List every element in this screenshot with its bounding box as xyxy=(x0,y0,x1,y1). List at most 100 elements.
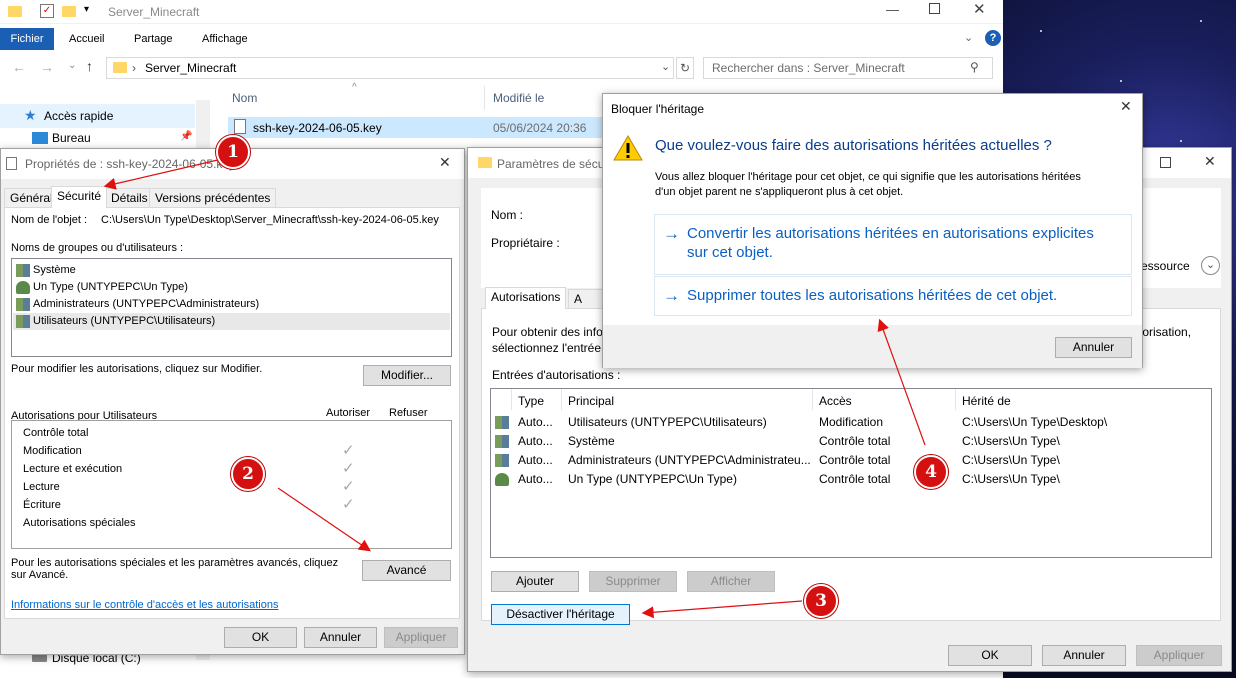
qat-dropdown-icon[interactable]: ▾ xyxy=(84,4,89,15)
table-row[interactable]: Auto... Un Type (UNTYPEPC\Un Type) Contr… xyxy=(491,470,1211,489)
tab-previous-versions[interactable]: Versions précédentes xyxy=(149,188,277,208)
group-item-untype[interactable]: Un Type (UNTYPEPC\Un Type) xyxy=(16,279,188,296)
step-marker-3: 3 xyxy=(804,584,838,618)
user-icon xyxy=(16,280,30,294)
apply-button[interactable]: Appliquer xyxy=(1136,645,1222,666)
users-group-icon xyxy=(495,416,509,429)
cell-principal: Système xyxy=(568,434,615,448)
nav-item-quick-access[interactable]: ★ Accès rapide xyxy=(0,104,195,128)
perm-read-execute: Lecture et exécution xyxy=(23,463,123,475)
access-control-info-link[interactable]: Informations sur le contrôle d'accès et … xyxy=(11,599,278,611)
column-inherited[interactable]: Hérité de xyxy=(962,394,1011,408)
users-group-icon xyxy=(495,454,509,467)
permission-entries-table[interactable]: Type Principal Accès Hérité de Auto... U… xyxy=(490,388,1212,558)
column-header-modified[interactable]: Modifié le xyxy=(493,91,544,105)
block-description-2: d'un objet parent ne s'appliqueront plus… xyxy=(655,186,904,198)
help-icon[interactable]: ? xyxy=(985,30,1001,46)
apply-button[interactable]: Appliquer xyxy=(384,627,458,648)
explorer-window-title: Server_Minecraft xyxy=(108,5,200,19)
folder-icon xyxy=(478,157,492,168)
close-icon[interactable]: ✕ xyxy=(439,154,451,171)
search-icon[interactable]: ⚲ xyxy=(970,60,979,74)
group-item-users[interactable]: Utilisateurs (UNTYPEPC\Utilisateurs) xyxy=(13,313,450,330)
remove-inherited-option[interactable]: → Supprimer toutes les autorisations hér… xyxy=(654,276,1132,316)
perm-special: Autorisations spéciales xyxy=(23,517,136,529)
refresh-icon[interactable]: ↻ xyxy=(676,57,694,79)
perm-read: Lecture xyxy=(23,481,60,493)
maximize-icon[interactable] xyxy=(1160,157,1171,168)
column-header-name[interactable]: Nom xyxy=(232,91,257,105)
object-path: C:\Users\Un Type\Desktop\Server_Minecraf… xyxy=(101,214,439,226)
cell-principal: Un Type (UNTYPEPC\Un Type) xyxy=(568,472,737,486)
sort-up-icon: ^ xyxy=(352,82,357,93)
file-icon xyxy=(6,157,17,170)
table-row[interactable]: Auto... Utilisateurs (UNTYPEPC\Utilisate… xyxy=(491,413,1211,432)
address-folder-icon xyxy=(113,62,127,73)
cell-inherited: C:\Users\Un Type\ xyxy=(962,472,1060,486)
modify-button[interactable]: Modifier... xyxy=(363,365,451,386)
nav-item-desktop[interactable]: Bureau 📌 xyxy=(0,128,195,150)
group-item-system[interactable]: Système xyxy=(16,262,76,279)
ribbon-tab-home[interactable]: Accueil xyxy=(59,28,114,50)
ok-button[interactable]: OK xyxy=(948,645,1032,666)
tab-details[interactable]: Détails xyxy=(105,188,154,208)
close-icon[interactable]: ✕ xyxy=(1204,153,1216,170)
convert-inherited-option[interactable]: → Convertir les autorisations héritées e… xyxy=(654,214,1132,275)
users-group-icon xyxy=(495,435,509,448)
close-icon[interactable]: ✕ xyxy=(1120,98,1132,115)
expand-chevron-icon[interactable]: ⌄ xyxy=(1201,256,1220,275)
column-type[interactable]: Type xyxy=(518,394,544,408)
forward-icon[interactable]: → xyxy=(40,59,54,75)
cell-access: Contrôle total xyxy=(819,453,891,467)
remove-button[interactable]: Supprimer xyxy=(589,571,677,592)
cancel-button[interactable]: Annuler xyxy=(1042,645,1126,666)
tab-permissions[interactable]: Autorisations xyxy=(485,287,567,309)
search-input[interactable]: Rechercher dans : Server_Minecraft xyxy=(703,57,993,79)
ribbon-tab-share[interactable]: Partage xyxy=(124,28,183,50)
up-icon[interactable]: ↑ xyxy=(86,58,93,74)
advanced-button[interactable]: Avancé xyxy=(362,560,451,581)
new-folder-icon[interactable] xyxy=(62,6,76,17)
ribbon-expand-icon[interactable]: ⌄ xyxy=(964,31,973,44)
tab-security[interactable]: Sécurité xyxy=(51,186,108,208)
ribbon-tab-view[interactable]: Affichage xyxy=(192,28,258,50)
minimize-icon[interactable]: — xyxy=(886,2,899,17)
cell-inherited: C:\Users\Un Type\ xyxy=(962,453,1060,467)
arrow-right-icon: → xyxy=(663,286,680,305)
maximize-icon[interactable] xyxy=(929,3,940,14)
cancel-button[interactable]: Annuler xyxy=(304,627,377,648)
file-row-selected[interactable]: ssh-key-2024-06-05.key 05/06/2024 20:36 xyxy=(228,117,603,138)
table-row[interactable]: Auto... Système Contrôle total C:\Users\… xyxy=(491,432,1211,451)
address-bar[interactable]: › Server_Minecraft ⌄ xyxy=(106,57,674,79)
group-item-admins[interactable]: Administrateurs (UNTYPEPC\Administrateur… xyxy=(16,296,259,313)
warning-icon xyxy=(613,135,643,161)
cancel-button[interactable]: Annuler xyxy=(1055,337,1132,358)
address-dropdown-icon[interactable]: ⌄ xyxy=(661,60,670,73)
table-row[interactable]: Auto... Administrateurs (UNTYPEPC\Admini… xyxy=(491,451,1211,470)
back-icon[interactable]: ← xyxy=(12,59,26,75)
deny-header: Refuser xyxy=(389,407,428,419)
perm-full-control: Contrôle total xyxy=(23,427,89,439)
properties-icon[interactable]: ✓ xyxy=(40,4,54,18)
ribbon-tab-file[interactable]: Fichier xyxy=(0,28,54,50)
address-text[interactable]: Server_Minecraft xyxy=(145,61,236,75)
groups-list[interactable]: Système Un Type (UNTYPEPC\Un Type) Admin… xyxy=(11,258,452,357)
column-divider xyxy=(484,86,485,110)
view-button[interactable]: Afficher xyxy=(687,571,775,592)
cell-principal: Utilisateurs (UNTYPEPC\Utilisateurs) xyxy=(568,415,767,429)
folder-icon xyxy=(8,6,22,17)
group-label: Un Type (UNTYPEPC\Un Type) xyxy=(33,281,188,293)
option-1-line-2: sur cet objet. xyxy=(687,244,773,261)
disable-inheritance-button[interactable]: Désactiver l'héritage xyxy=(491,604,630,625)
add-button[interactable]: Ajouter xyxy=(491,571,579,592)
allow-header: Autoriser xyxy=(326,407,371,419)
option-1-line-1: Convertir les autorisations héritées en … xyxy=(687,225,1094,242)
close-icon[interactable]: ✕ xyxy=(973,0,986,18)
column-principal[interactable]: Principal xyxy=(568,394,614,408)
column-access[interactable]: Accès xyxy=(819,394,852,408)
recent-dropdown-icon[interactable]: ⌄ xyxy=(68,60,76,71)
properties-dialog: Propriétés de : ssh-key-2024-06-05.key ✕… xyxy=(0,148,465,655)
ok-button[interactable]: OK xyxy=(224,627,297,648)
column-divider xyxy=(812,389,813,410)
block-description-1: Vous allez bloquer l'héritage pour cet o… xyxy=(655,171,1081,183)
